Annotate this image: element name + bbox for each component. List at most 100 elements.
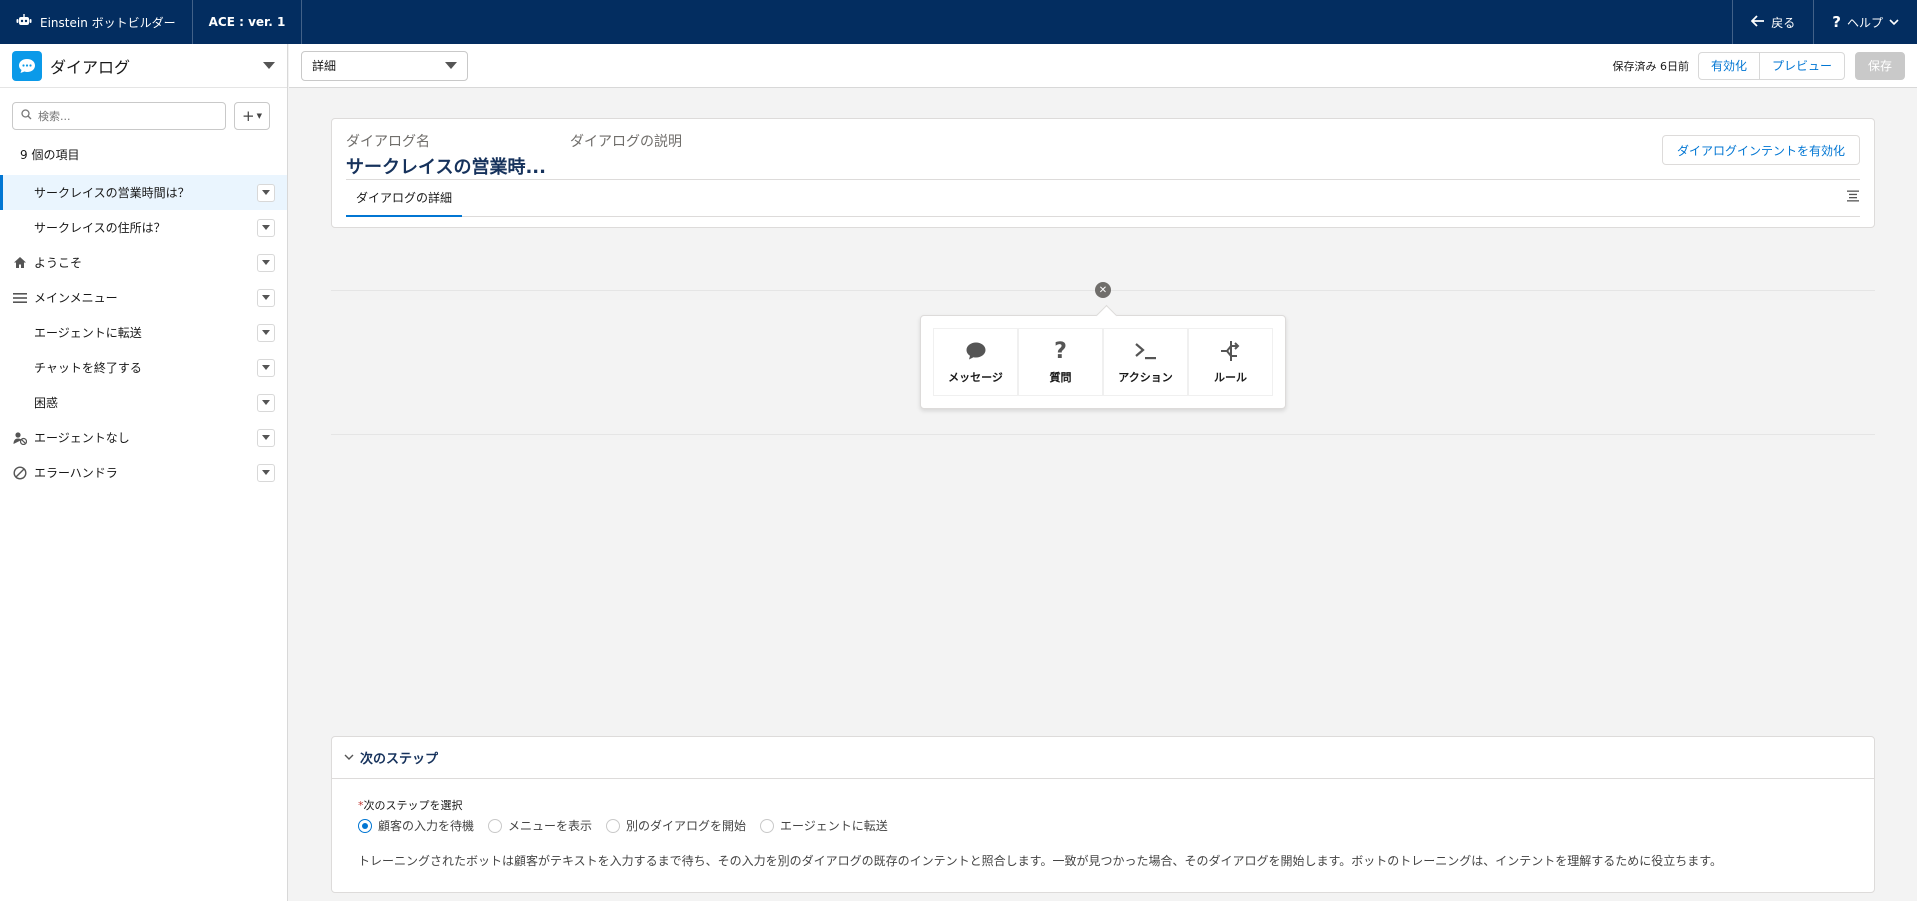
list-item[interactable]: エラーハンドラ (0, 455, 287, 490)
search-box[interactable] (12, 102, 226, 130)
arrow-left-icon (1750, 14, 1765, 30)
list-item[interactable]: メインメニュー (0, 280, 287, 315)
agent-off-icon (12, 430, 28, 446)
activate-button[interactable]: 有効化 (1697, 51, 1760, 80)
add-rule-option[interactable]: ルール (1188, 328, 1273, 396)
view-select-value: 詳細 (312, 59, 337, 73)
caret-down-icon (262, 190, 270, 195)
item-menu-button[interactable] (257, 358, 275, 377)
add-question-label: 質問 (1049, 371, 1072, 384)
search-row: + ▼ (0, 88, 287, 138)
list-item-label: サークレイスの住所は？ (34, 221, 166, 235)
search-icon (21, 108, 32, 124)
sidebar-title: ダイアログ (50, 57, 131, 77)
back-button[interactable]: 戻る (1732, 0, 1813, 44)
preview-button[interactable]: プレビュー (1758, 51, 1845, 80)
list-item-label: ようこそ (34, 256, 83, 270)
add-question-option[interactable]: ? 質問 (1018, 328, 1103, 396)
dialog-tabs: ダイアログの詳細 (346, 179, 1860, 217)
next-steps-body: *次のステップを選択 顧客の入力を待機 メニューを表示 別のダイアログを開始 エ… (332, 779, 1874, 887)
action-icon (1134, 339, 1158, 363)
list-item[interactable]: チャットを終了する (0, 350, 287, 385)
list-item-label: エージェントに転送 (34, 326, 142, 340)
item-menu-button[interactable] (257, 428, 275, 447)
bot-version[interactable]: ACE : ver. 1 (193, 0, 303, 44)
caret-down-icon (445, 62, 457, 69)
help-button[interactable]: ? ヘルプ (1813, 0, 1917, 44)
caret-down-icon (262, 260, 270, 265)
radio-show-menu[interactable]: メニューを表示 (488, 817, 592, 834)
next-step-description: トレーニングされたボットは顧客がテキストを入力するまで待ち、その入力を別のダイア… (358, 854, 1723, 868)
chevron-down-icon (344, 750, 354, 765)
help-label: ヘルプ (1846, 15, 1883, 30)
dialog-details-card: ダイアログ名 サークレイスの営業時... ダイアログの説明 ダイアログインテント… (331, 118, 1875, 228)
list-item[interactable]: 困惑 (0, 385, 287, 420)
radio-label: エージェントに転送 (780, 819, 888, 833)
radio-start-dialog[interactable]: 別のダイアログを開始 (606, 817, 746, 834)
enable-intent-button[interactable]: ダイアログインテントを有効化 (1661, 135, 1860, 165)
robot-icon (16, 13, 32, 31)
next-steps-panel: 次のステップ *次のステップを選択 顧客の入力を待機 メニューを表示 別のダイア… (331, 736, 1875, 893)
item-menu-button[interactable] (257, 183, 275, 202)
next-step-radio-group: 顧客の入力を待機 メニューを表示 別のダイアログを開始 エージェントに転送 (358, 817, 1848, 834)
list-item[interactable]: ようこそ (0, 245, 287, 280)
list-item-label: エラーハンドラ (34, 466, 118, 480)
dialog-sidebar: ダイアログ + ▼ 9 個の項目 サークレイスの営業時間は？ サークレイスの住所… (0, 44, 288, 901)
back-label: 戻る (1771, 15, 1796, 30)
add-message-label: メッセージ (948, 371, 1003, 384)
canvas-divider-bottom (331, 434, 1875, 435)
radio-button[interactable] (606, 818, 621, 833)
list-item[interactable]: エージェントに転送 (0, 315, 287, 350)
item-menu-button[interactable] (257, 253, 275, 272)
item-menu-button[interactable] (257, 393, 275, 412)
radio-button[interactable] (488, 818, 503, 833)
chevron-down-icon (1889, 15, 1899, 29)
save-button[interactable]: 保存 (1854, 51, 1905, 80)
dialog-fields: ダイアログ名 サークレイスの営業時... ダイアログの説明 (346, 131, 682, 179)
item-menu-button[interactable] (257, 218, 275, 237)
next-step-select-label: 次のステップを選択 (363, 799, 463, 812)
add-step-menu: メッセージ ? 質問 アクション ルール (920, 315, 1286, 409)
dialog-name-field[interactable]: ダイアログ名 サークレイスの営業時... (346, 131, 546, 179)
plus-icon: + (242, 107, 255, 125)
view-select[interactable]: 詳細 (301, 50, 468, 81)
dialog-name-label: ダイアログ名 (346, 134, 430, 150)
add-rule-label: ルール (1214, 371, 1247, 384)
list-item[interactable]: サークレイスの営業時間は？ (0, 175, 287, 210)
app-brand[interactable]: Einstein ボットビルダー (0, 0, 193, 44)
tab-dialog-details[interactable]: ダイアログの詳細 (346, 179, 463, 217)
global-header: Einstein ボットビルダー ACE : ver. 1 戻る ? ヘルプ (0, 0, 1917, 44)
caret-down-icon: ▼ (256, 112, 262, 120)
app-title: Einstein ボットビルダー (40, 15, 176, 30)
search-input[interactable] (38, 109, 208, 123)
list-item[interactable]: エージェントなし (0, 420, 287, 455)
caret-down-icon (262, 400, 270, 405)
radio-wait-input[interactable]: 顧客の入力を待機 (358, 817, 474, 834)
dialog-description-field[interactable]: ダイアログの説明 (570, 131, 682, 179)
radio-button[interactable] (358, 818, 372, 833)
list-settings-icon[interactable] (1846, 190, 1860, 206)
menu-icon (12, 290, 28, 306)
caret-down-icon (262, 225, 270, 230)
builder-toolbar: 詳細 保存済み 6日前 有効化 プレビュー 保存 (289, 44, 1917, 88)
chat-bubble-icon (12, 50, 42, 81)
ban-icon (12, 465, 28, 481)
next-steps-header[interactable]: 次のステップ (332, 737, 1874, 779)
add-dialog-button[interactable]: + ▼ (234, 102, 270, 130)
item-menu-button[interactable] (257, 323, 275, 342)
radio-transfer-agent[interactable]: エージェントに転送 (760, 817, 888, 834)
radio-button[interactable] (760, 818, 775, 833)
list-item[interactable]: サークレイスの住所は？ (0, 210, 287, 245)
item-menu-button[interactable] (257, 288, 275, 307)
add-action-option[interactable]: アクション (1103, 328, 1188, 396)
radio-label: 別のダイアログを開始 (626, 819, 747, 833)
sidebar-header[interactable]: ダイアログ (0, 44, 287, 88)
item-count: 9 個の項目 (20, 148, 80, 162)
add-message-option[interactable]: メッセージ (933, 328, 1018, 396)
close-icon[interactable]: ✕ (1095, 282, 1111, 298)
caret-down-icon (262, 435, 270, 440)
item-menu-button[interactable] (257, 463, 275, 482)
saved-status: 保存済み 6日前 (1612, 59, 1689, 73)
caret-down-icon (262, 470, 270, 475)
caret-down-icon[interactable] (263, 62, 275, 69)
